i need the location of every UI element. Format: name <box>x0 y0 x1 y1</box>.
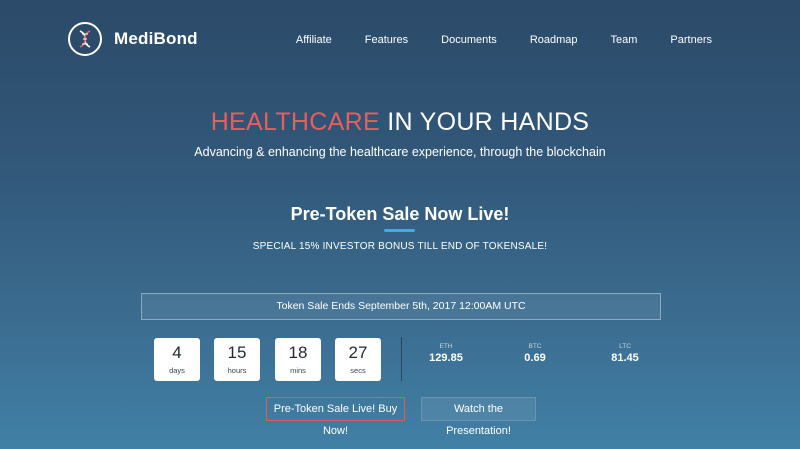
watch-presentation-button[interactable]: Watch the Presentation! <box>421 397 536 437</box>
countdown-days-label: days <box>169 366 185 375</box>
countdown-hours-label: hours <box>227 366 247 375</box>
top-navbar: MediBond Affiliate Features Documents Ro… <box>0 0 800 80</box>
countdown-mins: 18 mins <box>275 338 321 381</box>
price-btc-currency: BTC <box>528 343 542 350</box>
countdown-hours: 15 hours <box>214 338 260 381</box>
countdown-secs-value: 27 <box>348 343 368 362</box>
hero-title: HEALTHCARE IN YOUR HANDS <box>0 108 800 137</box>
main-menu: Affiliate Features Documents Roadmap Tea… <box>263 34 712 46</box>
bonus-banner: SPECIAL 15% INVESTOR BONUS TILL END OF T… <box>252 241 548 252</box>
brand-logo-link[interactable]: MediBond <box>68 22 198 56</box>
nav-link-affiliate[interactable]: Affiliate <box>296 34 332 46</box>
sale-end-notice: Token Sale Ends September 5th, 2017 12:0… <box>141 293 661 320</box>
countdown-mins-value: 18 <box>288 343 308 362</box>
brand-name: MediBond <box>114 29 198 48</box>
price-ltc: LTC 81.45 <box>595 343 655 364</box>
price-eth: ETH 129.85 <box>416 343 476 364</box>
price-btc-value: 0.69 <box>524 352 546 364</box>
countdown-secs-label: secs <box>350 366 366 375</box>
countdown-days: 4 days <box>154 338 200 381</box>
dna-helix-icon <box>68 22 102 56</box>
price-ltc-currency: LTC <box>619 343 631 350</box>
presale-title: Pre-Token Sale Now Live! <box>290 204 510 224</box>
nav-link-team[interactable]: Team <box>611 34 638 46</box>
title-underline <box>384 229 415 232</box>
countdown-divider <box>401 337 402 381</box>
price-eth-currency: ETH <box>439 343 453 350</box>
buy-now-button[interactable]: Pre-Token Sale Live! Buy Now! <box>266 397 405 437</box>
hero-title-rest: IN YOUR HANDS <box>379 108 590 136</box>
price-ltc-value: 81.45 <box>611 352 639 364</box>
countdown-days-value: 4 <box>172 343 182 362</box>
nav-link-partners[interactable]: Partners <box>670 34 712 46</box>
nav-link-documents[interactable]: Documents <box>441 34 497 46</box>
price-btc: BTC 0.69 <box>505 343 565 364</box>
countdown-secs: 27 secs <box>335 338 381 381</box>
countdown-hours-value: 15 <box>227 343 247 362</box>
nav-link-features[interactable]: Features <box>365 34 408 46</box>
nav-link-roadmap[interactable]: Roadmap <box>530 34 578 46</box>
hero-title-accent: HEALTHCARE <box>210 108 380 136</box>
price-eth-value: 129.85 <box>429 352 463 364</box>
countdown-mins-label: mins <box>290 366 306 375</box>
hero-subtitle: Advancing & enhancing the healthcare exp… <box>194 145 606 159</box>
